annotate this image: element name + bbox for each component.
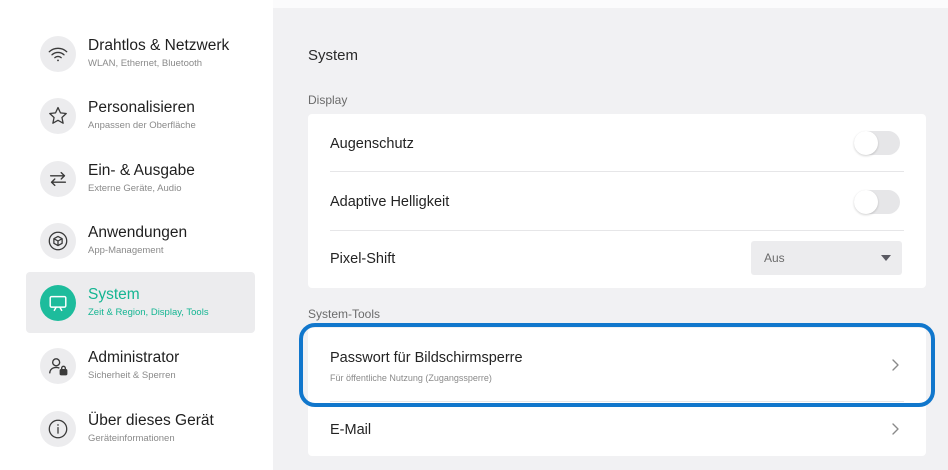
sidebar-item-sublabel: Anpassen der Oberfläche (88, 120, 196, 131)
wifi-icon (40, 36, 76, 72)
sidebar-item-label: Drahtlos & Netzwerk (88, 37, 230, 54)
email-row[interactable]: E-Mail (308, 401, 926, 456)
sidebar-item-label: Personalisieren (88, 99, 195, 116)
user-lock-icon (40, 348, 76, 384)
sidebar-item-label: Ein- & Ausgabe (88, 162, 195, 179)
cube-icon (40, 223, 76, 259)
chevron-right-icon (892, 423, 899, 435)
sidebar-item-input-output[interactable]: Ein- & Ausgabe Externe Geräte, Audio (26, 148, 255, 209)
sidebar-item-sublabel: App-Management (88, 245, 164, 256)
top-strip (273, 0, 948, 8)
augenschutz-row[interactable]: Augenschutz (308, 114, 926, 172)
star-icon (40, 98, 76, 134)
pixel-shift-label: Pixel-Shift (330, 251, 396, 267)
augenschutz-label: Augenschutz (330, 136, 414, 152)
caret-down-icon (881, 255, 891, 261)
section-label-display: Display (308, 93, 348, 107)
pixel-shift-row: Pixel-Shift Aus (308, 230, 926, 288)
info-icon (40, 411, 76, 447)
sidebar-item-about-device[interactable]: Über dieses Gerät Geräteinformationen (26, 398, 255, 459)
swap-arrows-icon (40, 161, 76, 197)
highlight-frame (299, 323, 935, 407)
sidebar-item-personalize[interactable]: Personalisieren Anpassen der Oberfläche (26, 85, 255, 146)
sidebar-item-label: System (88, 286, 140, 303)
adaptive-brightness-row[interactable]: Adaptive Helligkeit (308, 172, 926, 230)
sidebar-item-sublabel: Sicherheit & Sperren (88, 370, 176, 381)
sidebar-item-wireless-network[interactable]: Drahtlos & Netzwerk WLAN, Ethernet, Blue… (26, 23, 255, 84)
section-label-system-tools: System-Tools (308, 307, 381, 321)
display-settings-card: Augenschutz Adaptive Helligkeit Pixel-Sh… (308, 114, 926, 288)
sidebar-item-system[interactable]: System Zeit & Region, Display, Tools (26, 272, 255, 333)
email-label: E-Mail (330, 422, 372, 438)
sidebar-item-sublabel: WLAN, Ethernet, Bluetooth (88, 58, 203, 69)
sidebar-item-applications[interactable]: Anwendungen App-Management (26, 210, 255, 271)
sidebar-item-administrator[interactable]: Administrator Sicherheit & Sperren (26, 335, 255, 396)
pixel-shift-value: Aus (764, 251, 785, 265)
pixel-shift-select[interactable]: Aus (751, 241, 902, 275)
adaptive-brightness-toggle[interactable] (854, 190, 900, 214)
sidebar: Drahtlos & Netzwerk WLAN, Ethernet, Blue… (0, 0, 273, 470)
page-title: System (308, 47, 359, 64)
monitor-icon (40, 285, 76, 321)
sidebar-item-label: Administrator (88, 349, 180, 366)
adaptive-brightness-label: Adaptive Helligkeit (330, 194, 450, 210)
sidebar-item-sublabel: Externe Geräte, Audio (88, 183, 182, 194)
sidebar-item-sublabel: Geräteinformationen (88, 433, 175, 444)
sidebar-item-label: Über dieses Gerät (88, 412, 214, 429)
augenschutz-toggle[interactable] (854, 131, 900, 155)
sidebar-item-label: Anwendungen (88, 224, 188, 241)
sidebar-item-sublabel: Zeit & Region, Display, Tools (88, 307, 209, 318)
